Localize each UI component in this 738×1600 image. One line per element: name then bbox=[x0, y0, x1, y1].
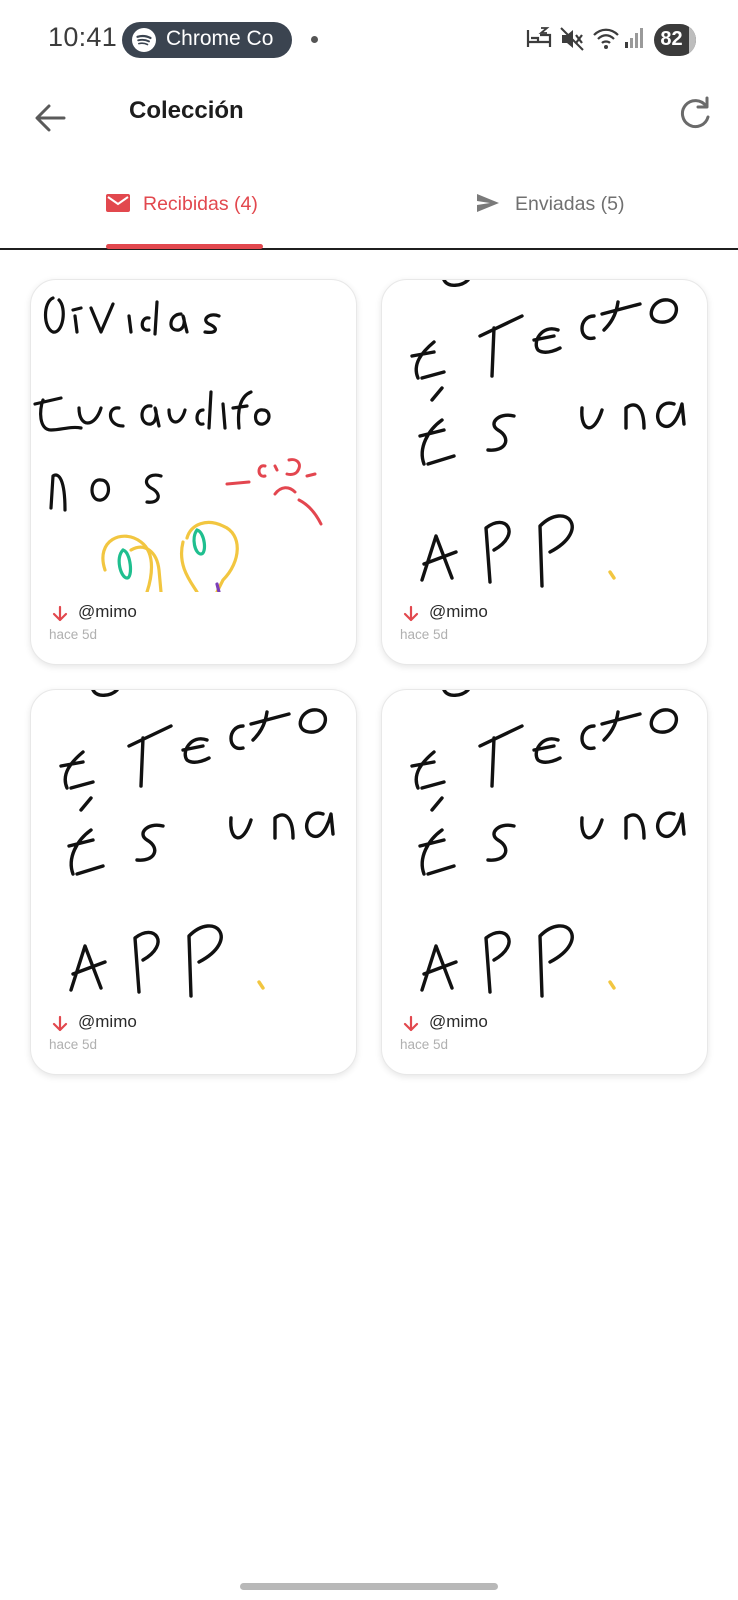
handwritten-drawing bbox=[410, 280, 686, 588]
drawing-card[interactable]: @mimo hace 5d bbox=[381, 689, 708, 1075]
arrow-left-icon[interactable] bbox=[30, 96, 74, 140]
tab-sent[interactable]: Enviadas (5) bbox=[475, 180, 655, 248]
card-username: @mimo bbox=[78, 602, 137, 621]
arrow-down-icon bbox=[52, 1015, 68, 1032]
card-username: @mimo bbox=[78, 1012, 137, 1031]
battery-level: 82 bbox=[660, 28, 683, 50]
signal-icon bbox=[625, 28, 643, 48]
wifi-icon bbox=[593, 28, 619, 49]
drawing-thumbnail bbox=[31, 690, 356, 1002]
tab-bar: Recibidas (4) Enviadas (5) bbox=[0, 180, 738, 250]
card-timestamp: hace 5d bbox=[400, 627, 449, 642]
send-icon bbox=[477, 194, 499, 212]
card-timestamp: hace 5d bbox=[400, 1037, 449, 1052]
active-tab-indicator bbox=[106, 244, 263, 249]
status-bar: 10:41 Chrome Co 82 bbox=[0, 0, 738, 80]
card-timestamp: hace 5d bbox=[49, 1037, 98, 1052]
drawing-thumbnail bbox=[31, 280, 356, 592]
page-title: Colección bbox=[129, 97, 244, 124]
envelope-icon bbox=[106, 194, 130, 212]
tab-sent-label: Enviadas (5) bbox=[515, 193, 625, 215]
drawing-card[interactable]: @mimo hace 5d bbox=[381, 279, 708, 665]
card-timestamp: hace 5d bbox=[49, 627, 98, 642]
arrow-down-icon bbox=[52, 605, 68, 622]
app-bar: Colección bbox=[0, 80, 738, 170]
battery-icon: 82 bbox=[654, 24, 696, 56]
sleep-icon bbox=[526, 27, 552, 47]
arrow-down-icon bbox=[403, 605, 419, 622]
tab-received[interactable]: Recibidas (4) bbox=[105, 180, 265, 248]
handwritten-drawing bbox=[410, 690, 686, 998]
drawing-thumbnail bbox=[382, 690, 707, 1002]
home-indicator[interactable] bbox=[240, 1583, 498, 1590]
notification-dot bbox=[311, 36, 318, 43]
refresh-icon[interactable] bbox=[676, 95, 714, 133]
handwritten-drawing bbox=[33, 296, 323, 592]
spotify-icon bbox=[132, 28, 156, 52]
drawing-card[interactable]: @mimo hace 5d bbox=[30, 279, 357, 665]
arrow-down-icon bbox=[403, 1015, 419, 1032]
drawing-thumbnail bbox=[382, 280, 707, 592]
media-pill-label: Chrome Co bbox=[166, 27, 274, 50]
media-pill[interactable]: Chrome Co bbox=[122, 22, 292, 58]
handwritten-drawing bbox=[59, 690, 335, 998]
tab-received-label: Recibidas (4) bbox=[143, 193, 258, 215]
card-username: @mimo bbox=[429, 1012, 488, 1031]
mute-icon bbox=[560, 27, 584, 51]
drawing-card[interactable]: @mimo hace 5d bbox=[30, 689, 357, 1075]
card-username: @mimo bbox=[429, 602, 488, 621]
status-time: 10:41 bbox=[48, 22, 118, 52]
